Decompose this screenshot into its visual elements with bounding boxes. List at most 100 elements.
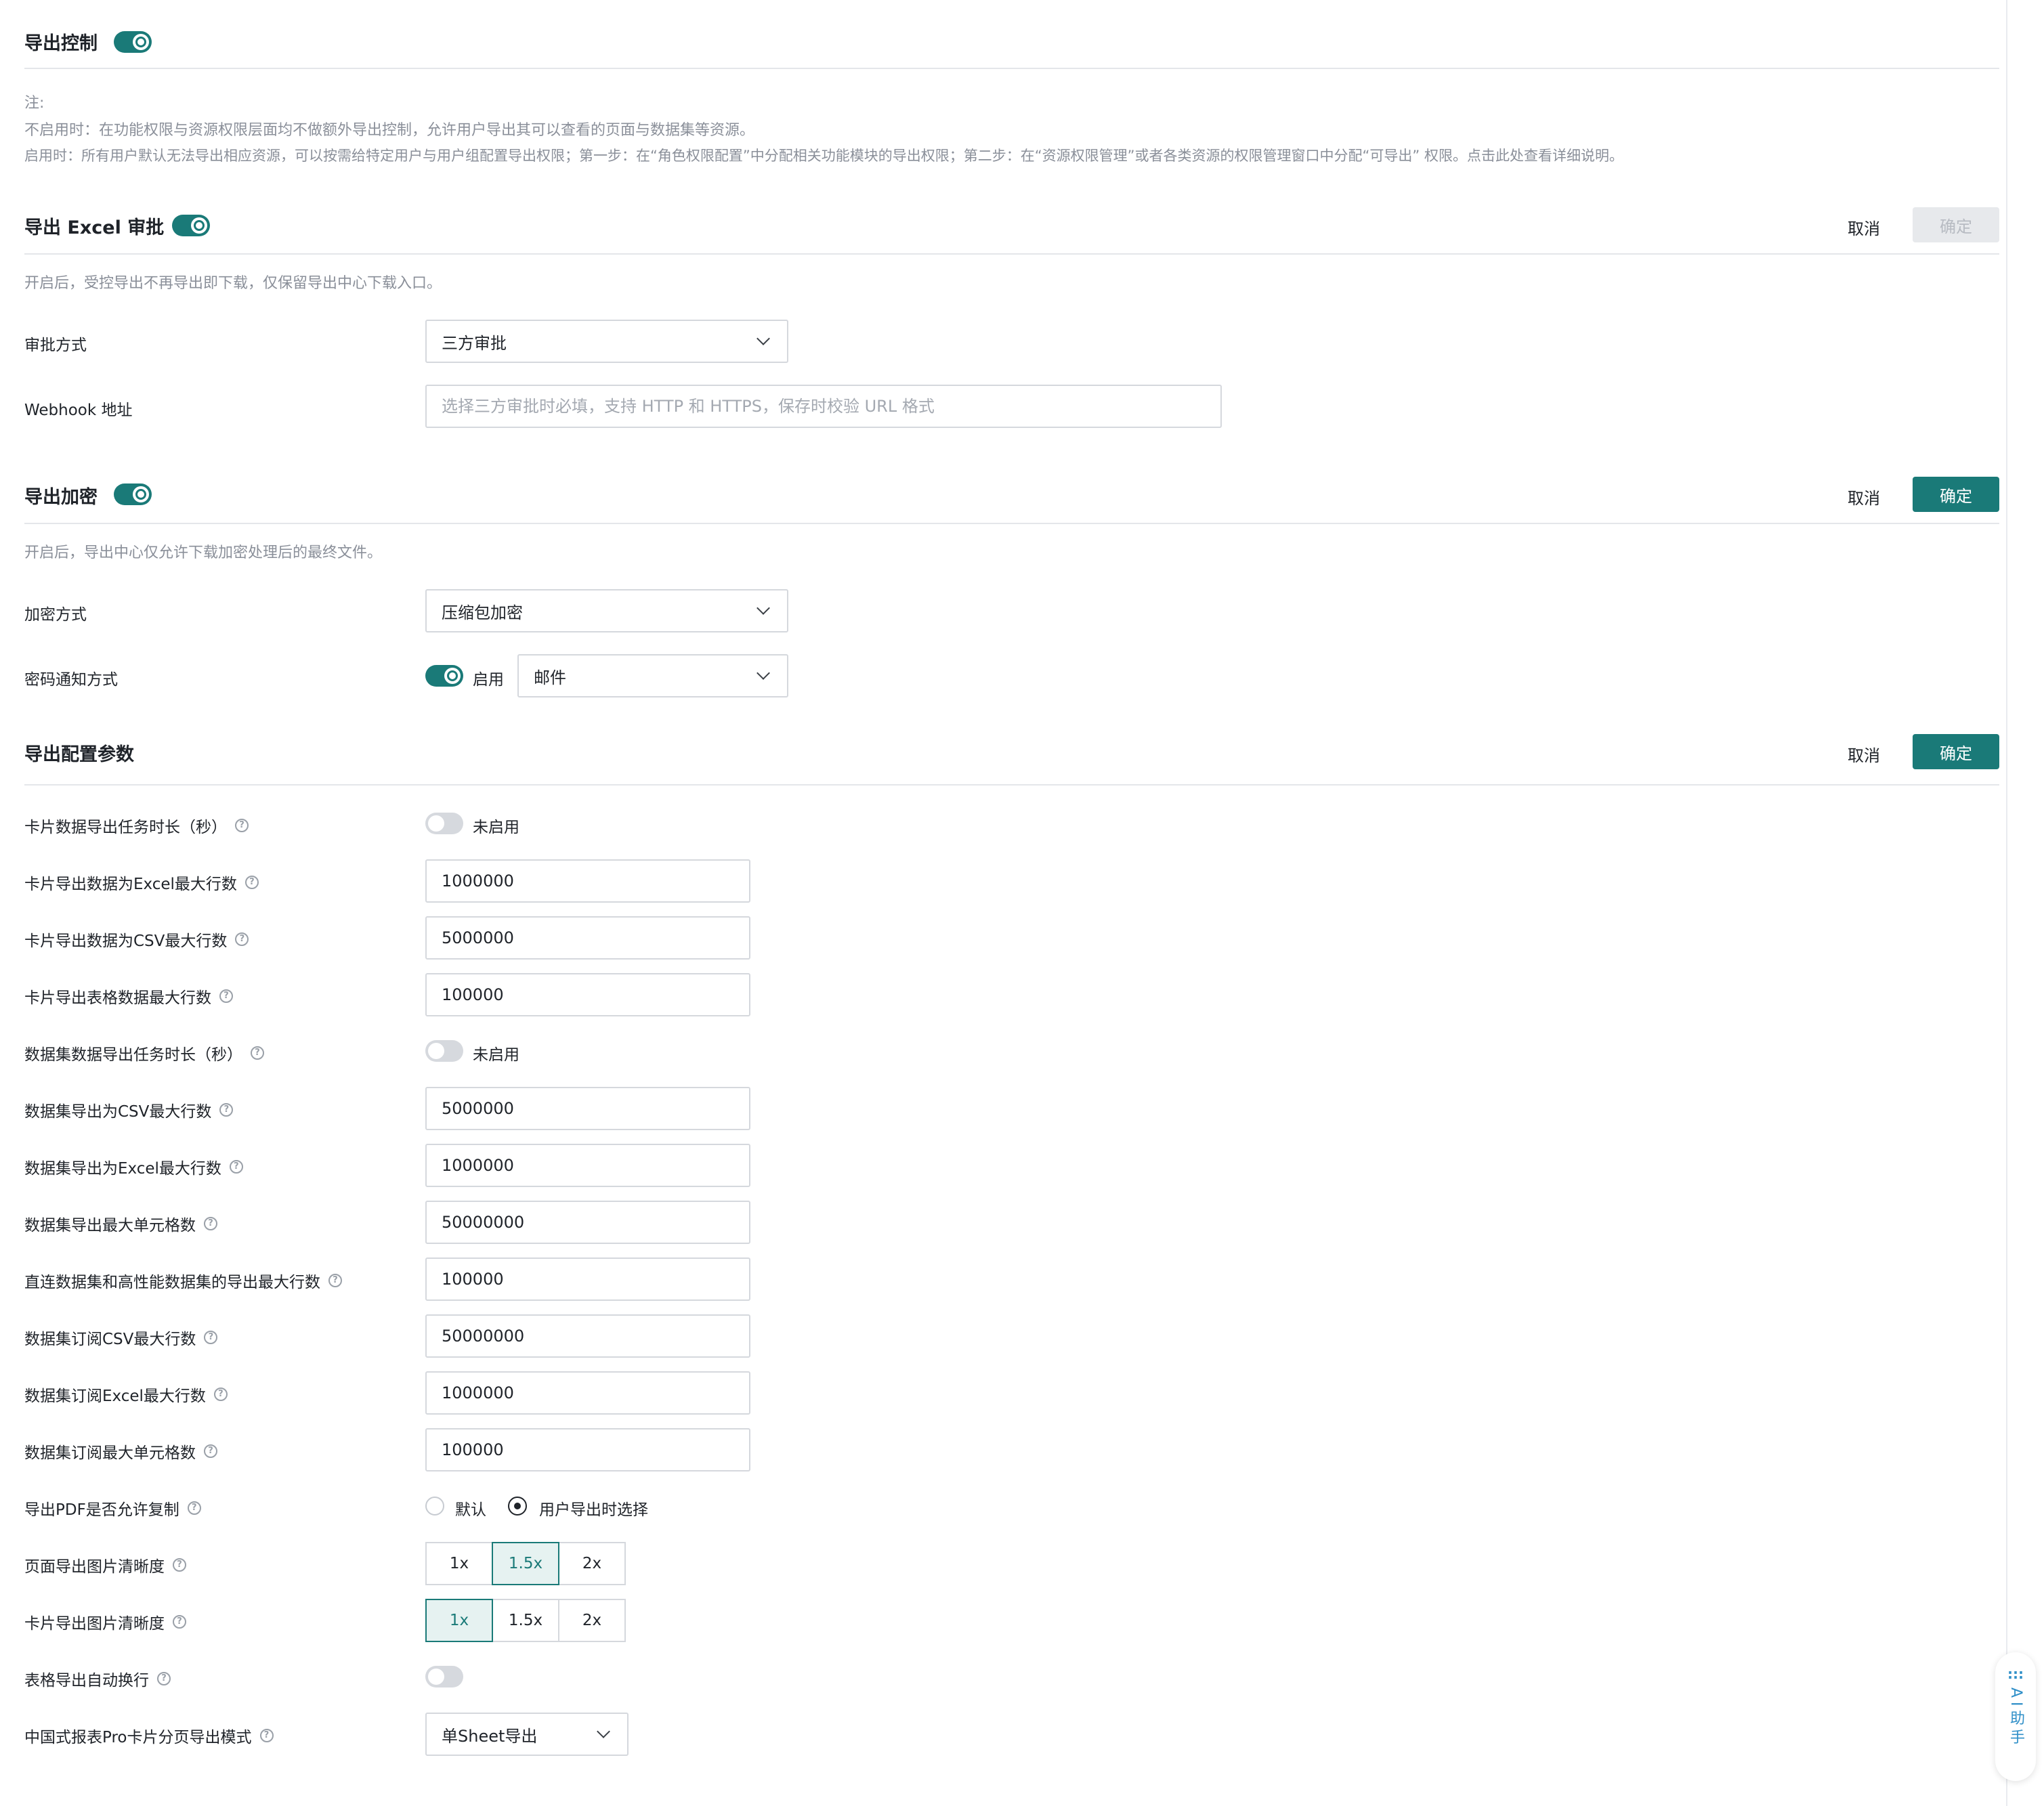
excel-approval-title: 导出 Excel 审批 [24,217,165,238]
card-task-duration-state: 未启用 [473,819,519,836]
card-image-resolution-label: 卡片导出图片清晰度? [24,1610,186,1633]
pro-card-paging-label: 中国式报表Pro卡片分页导出模式? [24,1724,274,1747]
webhook-input[interactable] [425,385,1222,428]
export-control-note-line1: 不启用时：在功能权限与资源权限层面均不做额外导出控制，允许用户导出其可以查看的页… [24,122,755,139]
help-icon[interactable]: ? [173,1615,186,1629]
chevron-down-icon [757,332,770,345]
subscribe-csv-max-rows-label: 数据集订阅CSV最大行数? [24,1326,218,1349]
card-csv-max-rows-label: 卡片导出数据为CSV最大行数? [24,928,249,951]
subscribe-max-cells-input[interactable] [425,1428,750,1471]
export-params-title: 导出配置参数 [24,744,134,765]
divider [24,523,1999,524]
subscribe-excel-max-rows-label: 数据集订阅Excel最大行数? [24,1383,228,1406]
help-icon[interactable]: ? [187,1501,201,1515]
pdf-copy-user-choice-label: 用户导出时选择 [539,1501,648,1519]
subscribe-csv-max-rows-input[interactable] [425,1314,750,1358]
export-params-cancel-button[interactable]: 取消 [1848,742,1880,766]
pro-card-paging-select[interactable]: 单Sheet导出 [425,1713,629,1756]
excel-approval-toggle[interactable] [172,215,210,236]
excel-approval-cancel-button[interactable]: 取消 [1848,215,1880,239]
export-encryption-cancel-button[interactable]: 取消 [1848,485,1880,509]
chevron-down-icon [757,666,770,680]
dataset-max-cells-label: 数据集导出最大单元格数? [24,1212,217,1235]
chevron-down-icon [597,1725,610,1738]
help-icon[interactable]: ? [204,1217,217,1230]
dataset-csv-max-rows-label: 数据集导出为CSV最大行数? [24,1098,234,1121]
help-icon[interactable]: ? [213,1388,228,1401]
card-task-duration-toggle[interactable] [425,813,463,834]
direct-dataset-max-rows-input[interactable] [425,1257,750,1301]
export-control-toggle[interactable] [114,31,152,53]
dataset-max-cells-input[interactable] [425,1201,750,1244]
export-control-note-title: 注: [24,95,45,112]
page-resolution-2x[interactable]: 2x [558,1542,626,1585]
excel-approval-description: 开启后，受控导出不再导出即下载，仅保留导出中心下载入口。 [24,275,442,292]
dataset-csv-max-rows-input[interactable] [425,1087,750,1130]
export-encryption-toggle[interactable] [114,483,152,505]
encryption-method-label: 加密方式 [24,606,87,624]
help-icon[interactable]: ? [219,1103,234,1117]
card-image-resolution-segmented: 1x 1.5x 2x [425,1599,626,1642]
page-image-resolution-label: 页面导出图片清晰度? [24,1553,186,1576]
help-icon[interactable]: ? [229,1160,243,1174]
export-settings-page: 导出控制 注: 不启用时：在功能权限与资源权限层面均不做额外导出控制，允许用户导… [0,0,2044,1806]
pdf-copy-user-choice-radio[interactable] [508,1497,527,1515]
dataset-task-duration-state: 未启用 [473,1046,519,1064]
grid-dots-icon: ::: [2007,1666,2024,1682]
card-resolution-1-5x[interactable]: 1.5x [492,1599,559,1642]
table-auto-wrap-toggle[interactable] [425,1666,463,1687]
card-resolution-2x[interactable]: 2x [558,1599,626,1642]
card-resolution-1x[interactable]: 1x [425,1599,493,1642]
dataset-task-duration-label: 数据集数据导出任务时长（秒）? [24,1041,264,1065]
direct-dataset-max-rows-label: 直连数据集和高性能数据集的导出最大行数? [24,1269,342,1292]
table-auto-wrap-label: 表格导出自动换行? [24,1667,171,1690]
pdf-copy-default-label: 默认 [455,1501,486,1519]
password-notify-select[interactable]: 邮件 [517,654,788,697]
help-icon[interactable]: ? [235,819,249,832]
export-control-note-line2: 启用时：所有用户默认无法导出相应资源，可以按需给特定用户与用户组配置导出权限；第… [24,148,1623,164]
help-icon[interactable]: ? [251,1046,264,1060]
ai-assistant-button[interactable]: ::: AI助手 [1995,1652,2036,1781]
help-icon[interactable]: ? [235,932,249,946]
export-encryption-ok-button[interactable]: 确定 [1913,477,1999,512]
approval-method-label: 审批方式 [24,337,87,354]
help-icon[interactable]: ? [204,1444,217,1458]
scroll-edge [2006,0,2007,1806]
export-params-ok-button[interactable]: 确定 [1913,734,1999,769]
encryption-method-select[interactable]: 压缩包加密 [425,589,788,632]
approval-method-select[interactable]: 三方审批 [425,320,788,363]
ai-assistant-label: AI助手 [2007,1687,2024,1748]
help-icon[interactable]: ? [204,1331,218,1344]
help-icon[interactable]: ? [259,1729,274,1742]
subscribe-max-cells-label: 数据集订阅最大单元格数? [24,1440,217,1463]
page-image-resolution-segmented: 1x 1.5x 2x [425,1542,626,1585]
excel-approval-ok-button[interactable]: 确定 [1913,207,1999,242]
card-excel-max-rows-input[interactable] [425,859,750,903]
help-icon[interactable]: ? [157,1672,171,1685]
chevron-down-icon [757,601,770,615]
dataset-excel-max-rows-input[interactable] [425,1144,750,1187]
divider [24,784,1999,786]
pdf-copy-default-radio[interactable] [425,1497,444,1515]
help-icon[interactable]: ? [244,876,259,889]
page-resolution-1x[interactable]: 1x [425,1542,493,1585]
password-notify-label: 密码通知方式 [24,671,118,689]
card-task-duration-label: 卡片数据导出任务时长（秒）? [24,814,249,837]
export-encryption-title: 导出加密 [24,487,98,508]
card-table-max-rows-input[interactable] [425,973,750,1016]
subscribe-excel-max-rows-input[interactable] [425,1371,750,1415]
help-icon[interactable]: ? [328,1274,342,1287]
card-excel-max-rows-label: 卡片导出数据为Excel最大行数? [24,871,259,894]
export-encryption-description: 开启后，导出中心仅允许下载加密处理后的最终文件。 [24,544,383,561]
help-icon[interactable]: ? [219,989,233,1003]
divider [24,253,1999,255]
dataset-task-duration-toggle[interactable] [425,1040,463,1062]
pdf-copy-label: 导出PDF是否允许复制? [24,1497,201,1520]
card-csv-max-rows-input[interactable] [425,916,750,960]
page-resolution-1-5x[interactable]: 1.5x [492,1542,559,1585]
webhook-label: Webhook 地址 [24,402,133,419]
card-table-max-rows-label: 卡片导出表格数据最大行数? [24,985,233,1008]
password-notify-toggle[interactable] [425,665,463,687]
help-icon[interactable]: ? [173,1558,186,1572]
export-control-title: 导出控制 [24,33,98,54]
